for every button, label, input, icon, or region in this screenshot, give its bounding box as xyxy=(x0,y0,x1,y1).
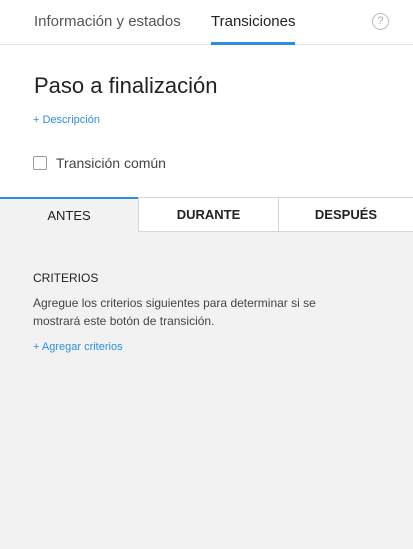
criteria-heading: CRITERIOS xyxy=(33,271,99,285)
active-tab-underline xyxy=(211,42,296,45)
common-transition-checkbox[interactable] xyxy=(33,155,47,170)
antes-panel: CRITERIOS Agregue los criterios siguient… xyxy=(0,232,413,549)
criteria-description: Agregue los criterios siguientes para de… xyxy=(33,296,316,328)
tab-informacion-estados[interactable]: Información y estados xyxy=(34,13,181,45)
tab-despues[interactable]: DESPUÉS xyxy=(278,197,413,232)
transition-title: Paso a finalización xyxy=(34,73,218,98)
phase-tab-bar: ANTES DURANTE DESPUÉS xyxy=(0,197,413,232)
common-transition-option[interactable]: Transición común xyxy=(33,154,166,171)
help-icon[interactable]: ? xyxy=(372,13,389,30)
tab-transiciones-label: Transiciones xyxy=(211,13,296,30)
tab-antes[interactable]: ANTES xyxy=(0,197,138,232)
top-tab-bar: Información y estados Transiciones ? xyxy=(0,0,413,45)
common-transition-label: Transición común xyxy=(56,154,166,171)
tab-transiciones[interactable]: Transiciones xyxy=(211,13,296,45)
tab-durante[interactable]: DURANTE xyxy=(138,197,278,232)
add-description-link[interactable]: + Descripción xyxy=(33,114,100,126)
add-criteria-link[interactable]: + Agregar criterios xyxy=(33,341,123,353)
